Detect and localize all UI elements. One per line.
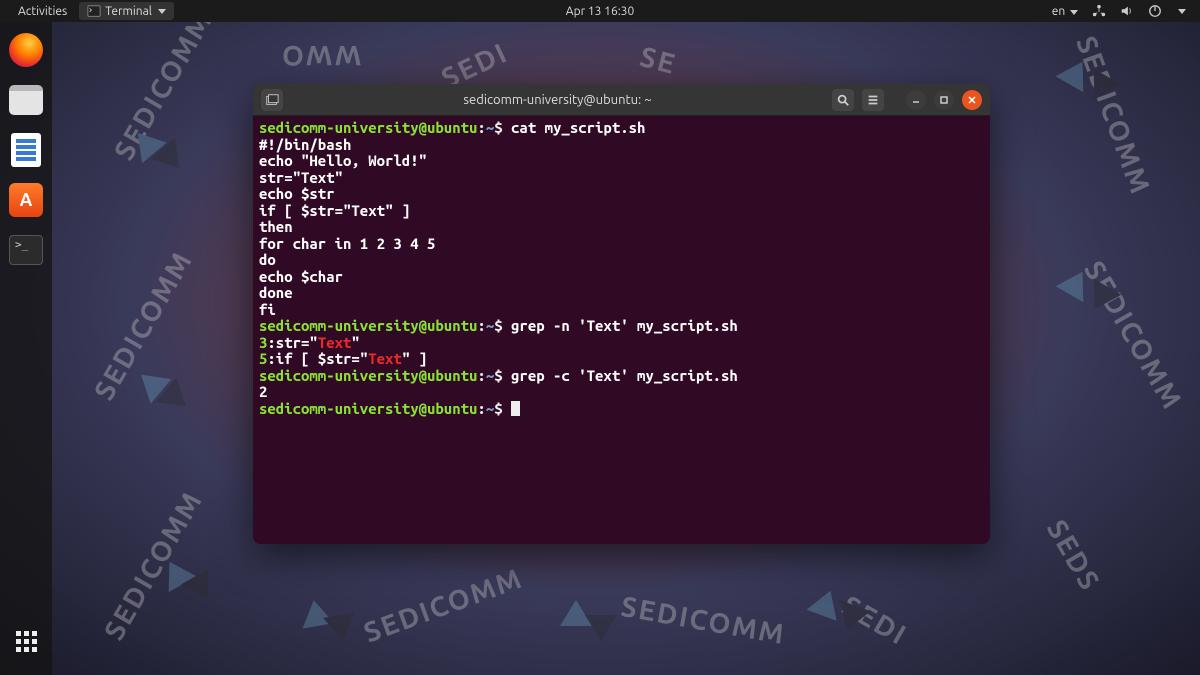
script-output-line: #!/bin/bash	[259, 137, 984, 154]
show-applications-button[interactable]	[6, 621, 46, 661]
dock-document[interactable]	[6, 130, 46, 170]
dock-software[interactable]	[6, 180, 46, 220]
terminal-output[interactable]: sedicomm-university@ubuntu:~$ cat my_scr…	[253, 116, 990, 421]
dock-files[interactable]	[6, 80, 46, 120]
script-output-line: fi	[259, 302, 984, 319]
prompt-line: sedicomm-university@ubuntu:~$ grep -c 'T…	[259, 368, 984, 385]
power-icon[interactable]	[1148, 4, 1162, 18]
activities-button[interactable]: Activities	[10, 5, 75, 18]
hamburger-menu-button[interactable]	[862, 89, 884, 111]
software-center-icon	[9, 183, 43, 217]
chevron-down-icon	[1178, 9, 1186, 14]
terminal-window: sedicomm-university@ubuntu: ~ sedicomm-u…	[253, 84, 990, 544]
dock-firefox[interactable]	[6, 30, 46, 70]
script-output-line: echo $char	[259, 269, 984, 286]
chevron-down-icon	[158, 9, 166, 14]
maximize-button[interactable]	[934, 90, 954, 110]
language-label: en	[1052, 5, 1065, 18]
grep-output-line: 3:str="Text"	[259, 335, 984, 352]
minimize-icon	[911, 95, 921, 105]
prompt-line: sedicomm-university@ubuntu:~$ grep -n 'T…	[259, 318, 984, 335]
folder-icon	[9, 85, 43, 115]
window-title: sedicomm-university@ubuntu: ~	[291, 93, 824, 107]
prompt-line: sedicomm-university@ubuntu:~$	[259, 401, 984, 418]
close-button[interactable]	[962, 90, 982, 110]
script-output-line: then	[259, 219, 984, 236]
terminal-icon	[87, 4, 101, 18]
grep-count-output: 2	[259, 384, 984, 401]
terminal-icon	[9, 235, 43, 265]
gnome-dock	[0, 22, 52, 675]
script-output-line: str="Text"	[259, 170, 984, 187]
maximize-icon	[939, 95, 949, 105]
firefox-icon	[9, 33, 43, 67]
apps-grid-icon	[16, 631, 37, 652]
tab-plus-icon	[265, 93, 279, 107]
app-menu-label: Terminal	[105, 5, 152, 18]
language-indicator[interactable]: en	[1052, 5, 1078, 18]
script-output-line: echo "Hello, World!"	[259, 153, 984, 170]
document-icon	[11, 133, 41, 167]
search-button[interactable]	[832, 89, 854, 111]
cursor	[511, 401, 520, 416]
chevron-down-icon	[1070, 10, 1078, 15]
script-output-line: if [ $str="Text" ]	[259, 203, 984, 220]
close-icon	[967, 95, 977, 105]
minimize-button[interactable]	[906, 90, 926, 110]
script-output-line: echo $str	[259, 186, 984, 203]
script-output-line: for char in 1 2 3 4 5	[259, 236, 984, 253]
gnome-topbar: Activities Terminal Apr 13 16:30 en	[0, 0, 1200, 22]
dock-terminal[interactable]	[6, 230, 46, 270]
clock-button[interactable]: Apr 13 16:30	[558, 5, 642, 18]
app-menu-button[interactable]: Terminal	[79, 2, 174, 20]
grep-output-line: 5:if [ $str="Text" ]	[259, 351, 984, 368]
search-icon	[836, 93, 850, 107]
volume-icon[interactable]	[1120, 4, 1134, 18]
script-output-line: done	[259, 285, 984, 302]
new-tab-button[interactable]	[261, 89, 283, 111]
network-icon[interactable]	[1092, 4, 1106, 18]
hamburger-icon	[866, 93, 880, 107]
script-output-line: do	[259, 252, 984, 269]
terminal-titlebar[interactable]: sedicomm-university@ubuntu: ~	[253, 84, 990, 116]
prompt-line: sedicomm-university@ubuntu:~$ cat my_scr…	[259, 120, 984, 137]
